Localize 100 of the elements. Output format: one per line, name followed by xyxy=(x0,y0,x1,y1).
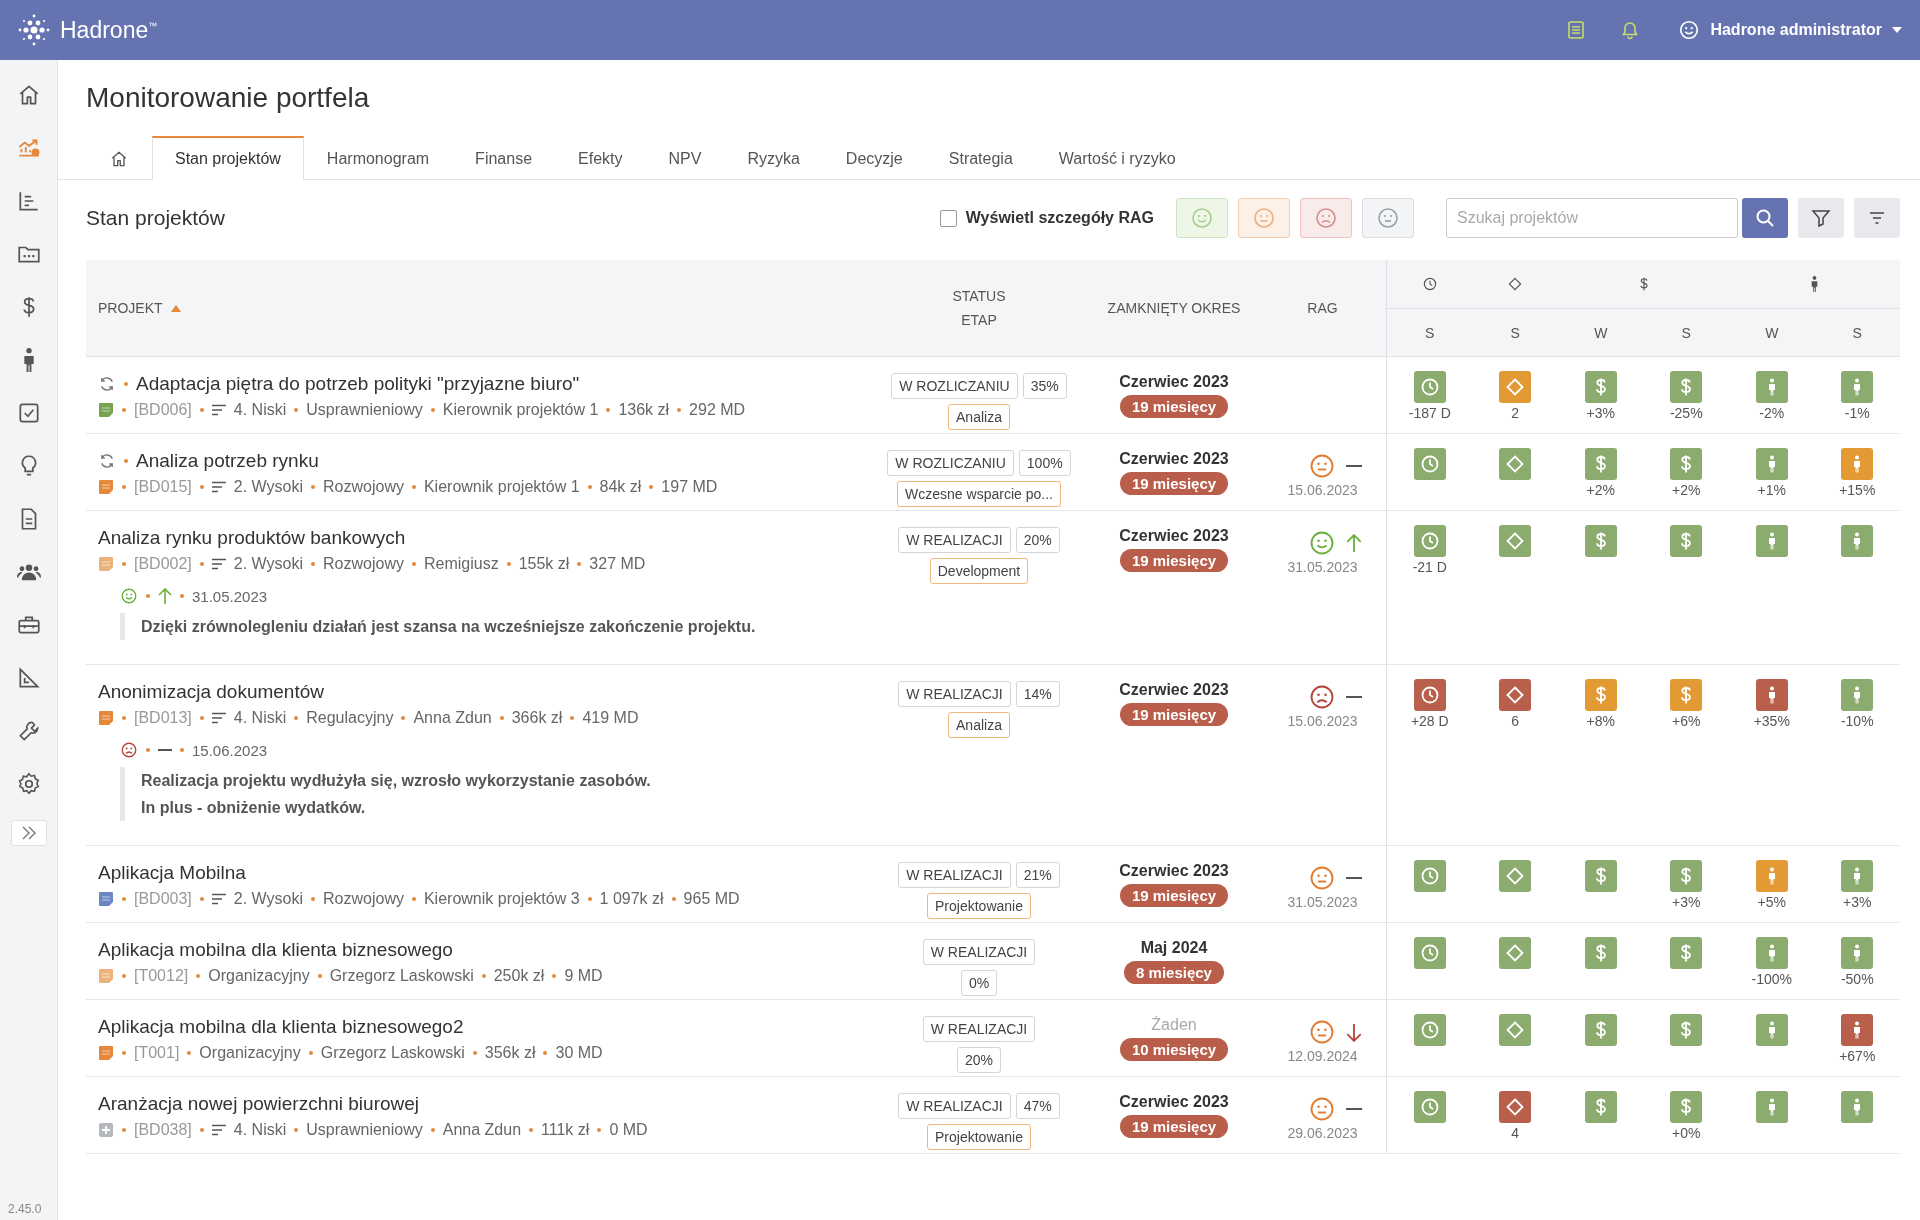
page-title: Monitorowanie portfela xyxy=(86,81,371,115)
rag-filter-button[interactable] xyxy=(1362,198,1414,238)
budget-text: 111k zł xyxy=(541,1121,590,1139)
tab[interactable]: Wartość i ryzyko xyxy=(1035,136,1199,180)
separator-dot xyxy=(481,974,486,978)
column-header: RAG xyxy=(1307,300,1338,316)
separator-dot xyxy=(122,485,126,489)
progress-badge: 14% xyxy=(1015,681,1060,707)
chevrons-icon xyxy=(20,826,37,840)
column-header[interactable]: PROJEKT xyxy=(98,300,163,316)
tab[interactable]: Efekty xyxy=(555,136,646,180)
duration-pill: 8 miesięcy xyxy=(1124,961,1224,984)
project-name[interactable]: Aplikacja mobilna dla klienta biznesowego2 xyxy=(98,1016,464,1038)
indicator-value: -2% xyxy=(1759,405,1785,421)
separator-dot xyxy=(552,974,557,978)
separator-dot xyxy=(199,716,204,720)
indicator-value: +6% xyxy=(1672,713,1701,729)
search-button[interactable] xyxy=(1742,198,1788,238)
separator-dot xyxy=(311,897,315,901)
project-name[interactable]: Adaptacja piętra do potrzeb polityki "przyjazne biuro" xyxy=(136,373,580,395)
priority-text: 2. Wysoki xyxy=(233,890,303,908)
smiley-icon xyxy=(120,587,138,605)
comment-text: Realizacja projektu wydłużyła się, wzrosło wykorzystanie zasobów. xyxy=(141,771,651,791)
dash-icon xyxy=(158,749,172,751)
project-name[interactable]: Aplikacja mobilna dla klienta biznesowego xyxy=(98,939,453,961)
period-text: Czerwiec 2023 xyxy=(1119,681,1229,699)
dash-icon xyxy=(1345,696,1362,698)
stage-badge: Projektowanie xyxy=(927,1124,1031,1150)
tab[interactable]: Stan projektów xyxy=(152,136,304,180)
tab[interactable]: Strategia xyxy=(925,136,1036,180)
priority-icon xyxy=(211,404,226,416)
separator-dot xyxy=(196,974,201,978)
logo-icon xyxy=(16,12,52,48)
tab[interactable]: Finanse xyxy=(452,136,556,180)
project-type: Organizacyjny xyxy=(199,1044,301,1062)
person-icon xyxy=(23,347,34,372)
project-name[interactable]: Aranżacja nowej powierzchni biurowej xyxy=(98,1093,420,1115)
priority-icon xyxy=(211,481,226,493)
rag-date: 12.09.2024 xyxy=(1287,1048,1358,1064)
status-badge: W REALIZACJI xyxy=(922,939,1036,965)
rag-details-checkbox[interactable]: Wyświetl szczegóły RAG xyxy=(939,209,1154,227)
separator-dot xyxy=(199,562,204,566)
sort-ascending-icon xyxy=(170,304,181,312)
separator-dot xyxy=(122,974,126,978)
tab[interactable]: Ryzyka xyxy=(724,136,823,180)
column-header: ETAP xyxy=(961,312,997,328)
indicator-value: -187 D xyxy=(1408,405,1451,421)
priority-icon xyxy=(211,893,226,905)
separator-dot xyxy=(199,897,204,901)
tab[interactable]: NPV xyxy=(645,136,725,180)
rag-date: 31.05.2023 xyxy=(1287,894,1358,910)
project-type: Usprawnieniowy xyxy=(306,401,423,419)
stage-badge: Projektowanie xyxy=(927,893,1031,919)
project-manager: Anna Zdun xyxy=(442,1121,522,1139)
indicator-value: -1% xyxy=(1844,405,1870,421)
notes-icon[interactable] xyxy=(1566,20,1587,40)
separator-dot xyxy=(122,408,126,412)
duration-pill: 19 miesięcy xyxy=(1119,395,1229,418)
budget-text: 155k zł xyxy=(518,555,570,573)
quote-bar xyxy=(120,613,125,640)
stage-badge: Analiza xyxy=(948,404,1010,430)
separator-dot xyxy=(677,408,682,412)
project-code: [BD002] xyxy=(134,555,192,573)
section-title: Stan projektów xyxy=(86,206,225,230)
budget-text: 250k zł xyxy=(493,967,545,985)
project-name[interactable]: Analiza potrzeb rynku xyxy=(136,450,319,472)
budget-text: 366k zł xyxy=(511,709,563,727)
dash-icon xyxy=(1345,877,1362,879)
search-field[interactable]: Szukaj projektów xyxy=(1446,198,1738,238)
tab[interactable]: Decyzje xyxy=(822,136,926,180)
effort-text: 965 MD xyxy=(683,890,740,908)
project-type: Regulacyjny xyxy=(306,709,394,727)
separator-dot xyxy=(411,897,416,901)
project-code: [BD003] xyxy=(134,890,192,908)
project-code: [T001] xyxy=(134,1044,180,1062)
project-type: Rozwojowy xyxy=(323,890,404,908)
filter-icon xyxy=(1811,208,1831,228)
project-manager: Grzegorz Laskowski xyxy=(329,967,474,985)
status-badge: W REALIZACJI xyxy=(922,1016,1036,1042)
separator-dot xyxy=(587,897,592,901)
indicator-value: -25% xyxy=(1669,405,1703,421)
stage-badge: Wczesne wsparcie po... xyxy=(897,481,1061,507)
filter-button[interactable] xyxy=(1798,198,1844,238)
sort-button[interactable] xyxy=(1854,198,1900,238)
status-badge: W REALIZACJI xyxy=(898,1093,1011,1119)
effort-text: 30 MD xyxy=(555,1044,603,1062)
comment-date: 31.05.2023 xyxy=(192,587,268,605)
tab[interactable]: Harmonogram xyxy=(303,136,453,180)
expand-button[interactable] xyxy=(10,820,47,846)
indicator-value: +35% xyxy=(1753,713,1790,729)
project-name[interactable]: Anonimizacja dokumentów xyxy=(98,681,324,703)
period-text: Czerwiec 2023 xyxy=(1119,373,1229,391)
project-name[interactable]: Aplikacja Mobilna xyxy=(98,862,246,884)
project-name[interactable]: Analiza rynku produktów bankowych xyxy=(98,527,406,549)
separator-dot xyxy=(529,1128,534,1132)
comment-text: Dzięki zrównolegleniu działań jest szansa na wcześniejsze zakończenie projektu. xyxy=(141,617,756,637)
project-code: [BD013] xyxy=(134,709,192,727)
user-menu[interactable]: Hadrone administrator xyxy=(1674,15,1906,45)
duration-pill: 19 miesięcy xyxy=(1119,472,1229,495)
priority-text: 2. Wysoki xyxy=(233,478,303,496)
